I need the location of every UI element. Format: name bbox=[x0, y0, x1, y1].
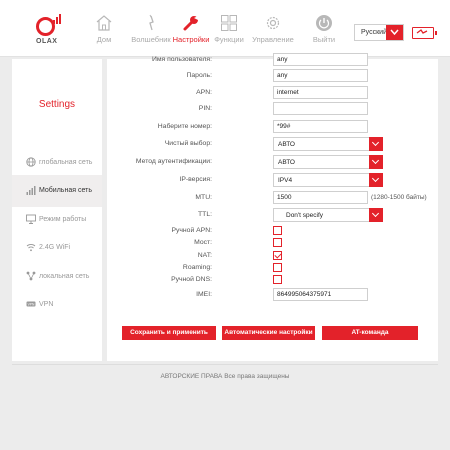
roaming-checkbox[interactable] bbox=[273, 263, 282, 272]
svg-text:VPN: VPN bbox=[28, 302, 35, 306]
imei-input[interactable]: 864995064375971 bbox=[273, 288, 368, 301]
row-imei: IMEI: 864995064375971 bbox=[107, 288, 438, 301]
clean-select-value: АВТО bbox=[278, 141, 295, 148]
ttl-label: TTL: bbox=[198, 211, 212, 218]
roaming-label: Roaming: bbox=[182, 264, 212, 271]
row-manual-dns: Ручной DNS: bbox=[107, 273, 438, 286]
sidebar-item-vpn[interactable]: VPN VPN bbox=[12, 289, 102, 321]
pin-input[interactable] bbox=[273, 102, 368, 115]
signal-icon bbox=[26, 186, 36, 195]
sidebar-title: Settings bbox=[38, 99, 76, 110]
battery-charging-icon bbox=[412, 27, 437, 39]
dial-number-label: Наберите номер: bbox=[157, 123, 212, 130]
password-label: Пароль: bbox=[186, 72, 212, 79]
nav-logout[interactable]: Выйти bbox=[294, 14, 354, 44]
grid-icon bbox=[221, 15, 237, 31]
row-auth-method: Метод аутентификации: АВТО bbox=[107, 155, 438, 169]
olax-logo[interactable]: OLAX bbox=[33, 14, 69, 48]
language-value: Русский bbox=[361, 29, 387, 36]
manual-dns-label: Ручной DNS: bbox=[171, 276, 212, 283]
row-password: Пароль: any bbox=[107, 69, 438, 82]
vpn-icon: VPN bbox=[26, 301, 36, 307]
top-header: OLAX Дом Волшебник Настройки Функции Упр… bbox=[0, 0, 450, 57]
wifi-icon bbox=[26, 244, 36, 252]
apn-input[interactable]: internet bbox=[273, 86, 368, 99]
globe-icon bbox=[26, 157, 36, 167]
auth-method-value: АВТО bbox=[278, 159, 295, 166]
copyright-footer: АВТОРСКИЕ ПРАВА Все права защищены bbox=[160, 373, 290, 380]
dial-number-input[interactable]: *99# bbox=[273, 120, 368, 133]
bridge-label: Мост: bbox=[194, 239, 212, 246]
auth-method-label: Метод аутентификации: bbox=[135, 158, 212, 165]
chevron-down-icon bbox=[369, 208, 383, 222]
sidebar-item-mobile-network[interactable]: Мобильная сеть bbox=[12, 175, 102, 207]
row-ip-version: IP-версия: IPV4 bbox=[107, 173, 438, 187]
nat-label: NAT: bbox=[197, 252, 212, 259]
row-apn: APN: internet bbox=[107, 86, 438, 99]
username-label: Имя пользователя: bbox=[151, 56, 212, 63]
footer-divider bbox=[12, 364, 438, 365]
sidebar-item-label: Режим работы bbox=[39, 216, 87, 223]
row-mtu: MTU: 1500 (1280-1500 байты) bbox=[107, 191, 438, 204]
ttl-dropdown[interactable]: Don't specify bbox=[273, 208, 383, 222]
home-icon bbox=[96, 15, 112, 31]
settings-sidebar: Settings глобальная сеть Мобильная сеть … bbox=[12, 59, 102, 361]
sidebar-item-label: Мобильная сеть bbox=[39, 187, 92, 194]
bridge-checkbox[interactable] bbox=[273, 238, 282, 247]
password-input[interactable]: any bbox=[273, 69, 368, 82]
auto-settings-button[interactable]: Автоматические настройки bbox=[222, 326, 315, 340]
at-command-button[interactable]: AT-команда bbox=[322, 326, 418, 340]
logo-signal-icon bbox=[53, 14, 63, 24]
chevron-down-icon bbox=[369, 137, 383, 151]
pin-label: PIN: bbox=[198, 105, 212, 112]
chevron-down-icon bbox=[369, 173, 383, 187]
ip-version-value: IPV4 bbox=[278, 177, 293, 184]
logout-icon bbox=[316, 15, 332, 31]
mtu-label: MTU: bbox=[195, 194, 212, 201]
chevron-down-icon bbox=[369, 155, 383, 169]
nav-logout-label: Выйти bbox=[312, 35, 336, 44]
auth-method-dropdown[interactable]: АВТО bbox=[273, 155, 383, 169]
sidebar-item-label: VPN bbox=[39, 301, 54, 308]
manual-dns-checkbox[interactable] bbox=[273, 275, 282, 284]
row-clean-select: Чистый выбор: АВТО bbox=[107, 137, 438, 151]
row-ttl: TTL: Don't specify bbox=[107, 208, 438, 222]
nat-checkbox[interactable] bbox=[273, 251, 282, 260]
mobile-network-form: Имя пользователя: any Пароль: any APN: i… bbox=[107, 53, 438, 361]
monitor-icon bbox=[26, 214, 36, 224]
row-pin: PIN: bbox=[107, 102, 438, 115]
wrench-icon bbox=[183, 16, 198, 31]
chevron-down-icon bbox=[386, 25, 403, 40]
ttl-value: Don't specify bbox=[286, 212, 324, 219]
clean-select-label: Чистый выбор: bbox=[164, 140, 212, 147]
row-bridge: Мост: bbox=[107, 236, 438, 249]
language-select[interactable]: Русский bbox=[354, 24, 404, 41]
clean-select-dropdown[interactable]: АВТО bbox=[273, 137, 383, 151]
ip-version-label: IP-версия: bbox=[179, 176, 212, 183]
sidebar-item-label: 2.4G WiFi bbox=[39, 244, 71, 251]
mtu-hint: (1280-1500 байты) bbox=[371, 194, 427, 201]
network-icon bbox=[26, 271, 36, 281]
logo-text: OLAX bbox=[36, 38, 58, 45]
row-dial-number: Наберите номер: *99# bbox=[107, 120, 438, 133]
save-apply-button[interactable]: Сохранить и применить bbox=[122, 326, 216, 340]
magic-wand-icon bbox=[149, 14, 154, 31]
manual-apn-checkbox[interactable] bbox=[273, 226, 282, 235]
apn-label: APN: bbox=[196, 89, 212, 96]
ip-version-dropdown[interactable]: IPV4 bbox=[273, 173, 383, 187]
gear-icon bbox=[266, 16, 280, 30]
username-input[interactable]: any bbox=[273, 53, 368, 66]
sidebar-item-wifi[interactable]: 2.4G WiFi bbox=[12, 232, 102, 264]
imei-label: IMEI: bbox=[196, 291, 212, 298]
manual-apn-label: Ручной APN: bbox=[171, 227, 212, 234]
mtu-input[interactable]: 1500 bbox=[273, 191, 368, 204]
row-username: Имя пользователя: any bbox=[107, 53, 438, 66]
sidebar-item-label: локальная сеть bbox=[39, 273, 90, 280]
sidebar-item-label: глобальная сеть bbox=[39, 159, 93, 166]
